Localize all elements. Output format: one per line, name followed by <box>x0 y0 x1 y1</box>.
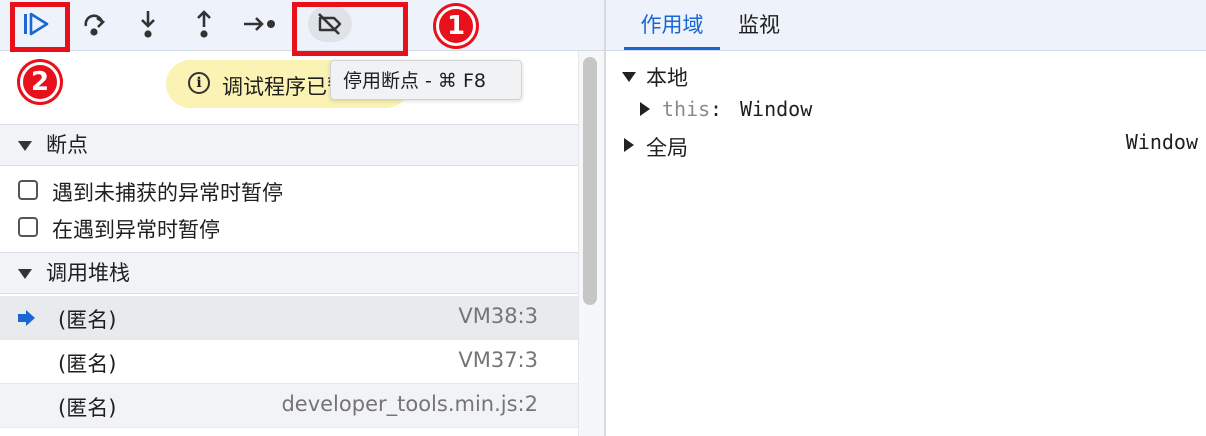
breakpoints-section-header[interactable]: 断点 <box>0 124 578 166</box>
call-stack-frame[interactable]: (匿名) developer_tools.min.js:2 <box>0 384 578 428</box>
sidebar-tabs: 作用域 监视 <box>606 0 1206 51</box>
pause-on-uncaught-label: 遇到未捕获的异常时暂停 <box>52 181 283 205</box>
step-over-icon <box>84 14 106 36</box>
frame-name: (匿名) <box>58 352 117 376</box>
tab-watch[interactable]: 监视 <box>738 0 780 50</box>
this-separator: : <box>710 97 723 121</box>
scope-global-row[interactable]: 全局 Window <box>606 130 1206 160</box>
step-icon <box>244 17 275 31</box>
step-button[interactable] <box>242 6 278 42</box>
deactivate-breakpoints-tooltip: 停用断点 - ⌘ F8 <box>330 60 522 100</box>
scope-global-label: 全局 <box>646 136 688 160</box>
breakpoints-title: 断点 <box>46 133 88 157</box>
current-frame-arrow-icon <box>18 310 35 326</box>
call-stack-frame[interactable]: (匿名) VM37:3 <box>0 340 578 384</box>
tab-scope[interactable]: 作用域 <box>624 0 720 50</box>
annotation-box-deactivate <box>292 2 408 56</box>
pause-on-caught-checkbox[interactable] <box>18 217 38 237</box>
info-icon: i <box>188 72 210 94</box>
frame-name: (匿名) <box>58 396 117 420</box>
annotation-badge-2: 2 <box>20 62 60 102</box>
frame-location[interactable]: developer_tools.min.js:2 <box>281 392 538 416</box>
step-over-button[interactable] <box>76 6 112 42</box>
pause-on-uncaught-checkbox[interactable] <box>18 180 38 200</box>
call-stack-section-header[interactable]: 调用堆栈 <box>0 252 578 294</box>
call-stack-frame[interactable]: (匿名) VM38:3 <box>0 296 578 340</box>
call-stack-title: 调用堆栈 <box>46 261 130 285</box>
scope-local-label: 本地 <box>646 66 688 90</box>
scope-this-row[interactable]: this : Window <box>606 96 1206 126</box>
step-into-icon <box>141 11 155 38</box>
collapse-triangle-icon <box>18 269 32 279</box>
annotation-box-resume <box>10 2 70 52</box>
scope-local-row[interactable]: 本地 <box>606 62 1206 92</box>
global-value: Window <box>1125 130 1198 154</box>
pause-on-uncaught-exceptions-row[interactable]: 遇到未捕获的异常时暂停 <box>0 173 578 209</box>
pause-on-caught-label: 在遇到异常时暂停 <box>52 218 220 242</box>
annotation-badge-1: 1 <box>436 6 476 46</box>
expand-triangle-icon <box>640 102 650 116</box>
step-out-icon <box>197 10 211 38</box>
scrollbar-thumb[interactable] <box>583 57 597 305</box>
step-into-button[interactable] <box>130 6 166 42</box>
pause-on-caught-exceptions-row[interactable]: 在遇到异常时暂停 <box>0 210 578 246</box>
this-key: this <box>662 97 711 121</box>
this-value: Window <box>740 97 813 121</box>
frame-location[interactable]: VM37:3 <box>458 348 538 372</box>
frame-location[interactable]: VM38:3 <box>458 304 538 328</box>
frame-name: (匿名) <box>58 308 117 332</box>
collapse-triangle-icon <box>18 141 32 151</box>
expand-triangle-icon <box>624 138 634 152</box>
expand-triangle-icon <box>622 72 636 82</box>
step-out-button[interactable] <box>186 6 222 42</box>
